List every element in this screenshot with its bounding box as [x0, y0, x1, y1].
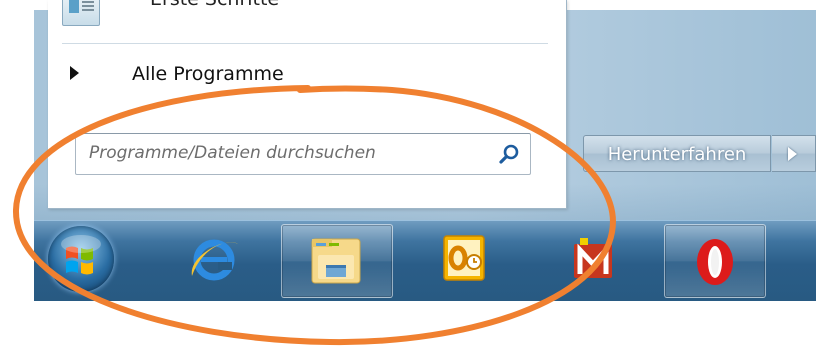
search-input[interactable]: [77, 135, 483, 171]
all-programs-label: Alle Programme: [132, 63, 284, 85]
taskbar-mail-app[interactable]: [558, 224, 628, 296]
menu-divider: [62, 43, 548, 44]
taskbar-windows-explorer[interactable]: [281, 224, 393, 298]
search-icon[interactable]: [498, 143, 520, 165]
recent-program-label: Erste Schritte: [150, 0, 279, 10]
mail-m-icon: [574, 238, 612, 278]
opera-icon: [697, 239, 733, 285]
recent-program-item[interactable]: Erste Schritte: [62, 0, 562, 28]
folder-library-icon: [311, 238, 361, 284]
getting-started-icon: [62, 0, 100, 26]
arrow-right-icon: [70, 66, 79, 80]
shutdown-button[interactable]: Herunterfahren: [583, 135, 771, 172]
taskbar-opera[interactable]: [664, 224, 766, 298]
windows-logo-icon: [61, 235, 101, 275]
internet-explorer-icon: [191, 239, 238, 281]
taskbar: [34, 220, 816, 301]
start-button[interactable]: [48, 226, 114, 292]
start-menu-left-pane: Erste Schritte Alle Programme: [48, 0, 567, 209]
search-box: [75, 133, 531, 175]
triangle-right-icon: [788, 147, 797, 161]
outlook-icon: [443, 235, 485, 281]
taskbar-internet-explorer[interactable]: [168, 224, 260, 296]
all-programs-button[interactable]: Alle Programme: [62, 60, 542, 90]
taskbar-outlook[interactable]: [414, 224, 510, 296]
shutdown-options-button[interactable]: [772, 135, 816, 172]
